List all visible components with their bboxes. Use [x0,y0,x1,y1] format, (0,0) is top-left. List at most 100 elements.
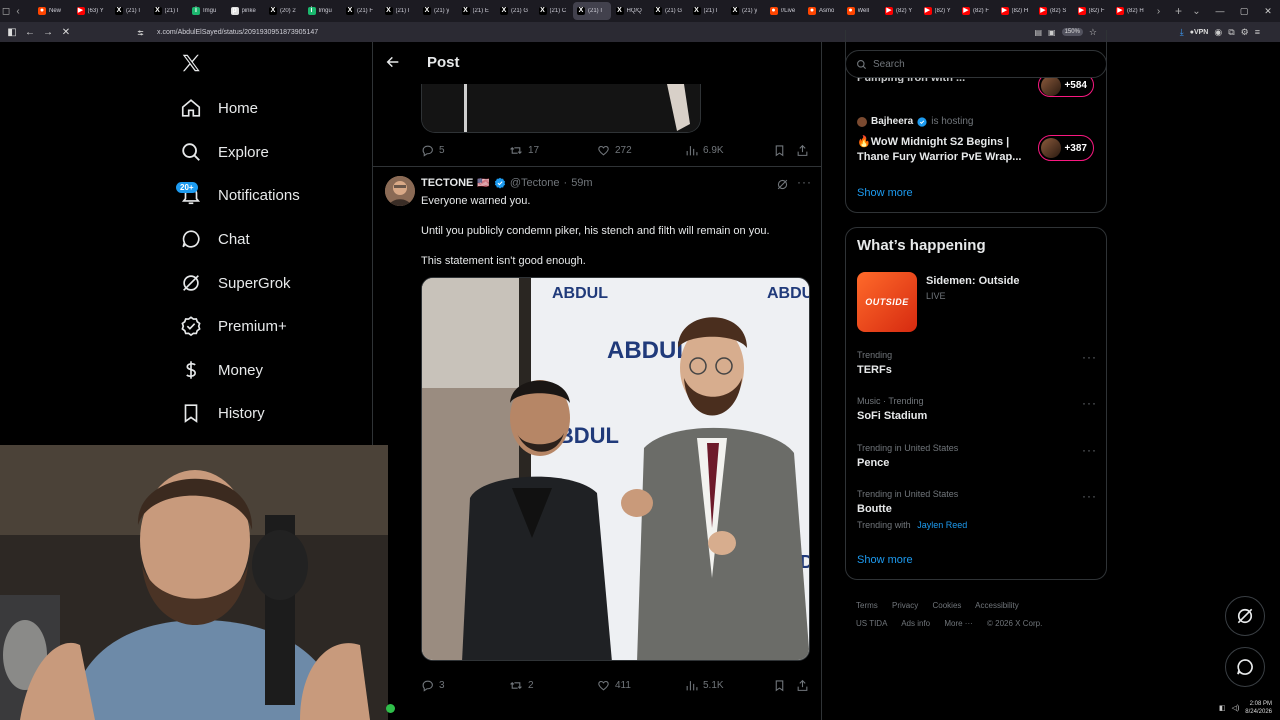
back-browser-icon[interactable]: ← [21,22,39,42]
browser-tab[interactable]: p pinke [227,2,265,20]
post-time[interactable]: 59m [571,177,592,189]
footer-link-ads[interactable]: Ads info [901,619,930,628]
browser-tab[interactable]: i Imgu [188,2,226,20]
site-info-icon[interactable] [136,28,145,37]
browser-tab[interactable]: X (21) y [419,2,457,20]
browser-tab[interactable]: X (20) 2 [265,2,303,20]
back-arrow-icon[interactable] [385,54,401,70]
close-window-icon[interactable]: ✕ [1256,0,1280,22]
messages-fab-button[interactable] [1225,647,1265,687]
stop-loading-icon[interactable]: ✕ [57,22,75,42]
browser-tab[interactable]: X HQ/Q [612,2,650,20]
nav-item-home[interactable]: Home [180,93,258,123]
space-listeners-pill[interactable]: +387 [1038,135,1094,161]
browser-tab[interactable]: ▶ (82) S [1035,2,1073,20]
avatar[interactable] [385,176,415,206]
browser-tab[interactable]: ▶ (82) Y [881,2,919,20]
live-event-title[interactable]: Sidemen: Outside [926,275,1020,287]
x-logo-icon[interactable] [180,52,202,74]
trending-with-link[interactable]: Jaylen Reed [917,520,967,530]
views-button[interactable]: 6.9K [685,144,724,157]
volume-icon[interactable]: ◁) [1232,704,1240,712]
more-options-icon[interactable]: ··· [1082,489,1097,503]
browser-tab[interactable]: ▶ (82) H [997,2,1035,20]
taskbar-app-icon[interactable] [386,704,395,713]
vpn-button[interactable]: ●VPN [1190,29,1209,36]
author-handle[interactable]: @Tectone [510,177,560,189]
previous-post-media[interactable] [421,84,701,133]
trend-item[interactable]: Music · Trending SoFi Stadium ··· [857,396,1097,422]
bookmark-post-icon[interactable] [773,144,786,157]
share-icon[interactable] [796,144,809,157]
download-icon[interactable]: ⤓ [1180,27,1184,38]
browser-tab[interactable]: X (21) F [342,2,380,20]
reply-button[interactable]: 5 [421,144,445,157]
browser-tab[interactable]: ▶ (82) Y [920,2,958,20]
app-menu-icon[interactable]: ≡ [1255,27,1260,37]
nav-item-supergrok[interactable]: SuperGrok [180,268,291,298]
browser-tab[interactable]: ● Asmo [804,2,842,20]
footer-link-cookies[interactable]: Cookies [932,601,961,610]
browser-tab[interactable]: X (21) I [111,2,149,20]
like-button[interactable]: 411 [597,679,631,692]
minimize-icon[interactable]: — [1208,0,1232,22]
search-input[interactable]: Search [845,50,1107,78]
repost-button[interactable]: 2 [509,679,534,692]
grok-fab-button[interactable] [1225,596,1265,636]
browser-tab[interactable]: X (21) I [573,2,611,20]
more-options-icon[interactable]: ··· [797,175,812,189]
sidebar-toggle-icon[interactable]: ◧ [3,22,21,42]
footer-link-accessibility[interactable]: Accessibility [975,601,1019,610]
trend-item[interactable]: Trending in United States Pence ··· [857,443,1097,469]
browser-tab[interactable]: ▶ (82) H [1112,2,1150,20]
settings-icon[interactable]: ⚙ [1241,27,1249,38]
browser-tab[interactable]: X (21) y [727,2,765,20]
trend-item[interactable]: Trending in United States Boutte Trendin… [857,489,1097,530]
network-icon[interactable]: ◧ [1219,704,1226,712]
browser-tab[interactable]: X (21) I [689,2,727,20]
browser-tab[interactable]: X (21) G [496,2,534,20]
maximize-icon[interactable]: ▢ [1232,0,1256,22]
browser-tab[interactable]: ▶ (82) F [958,2,996,20]
browser-tab[interactable]: ▶ (82) F [1074,2,1112,20]
browser-tab[interactable]: ● New [34,2,72,20]
new-tab-icon[interactable]: + [1173,0,1185,22]
post-image[interactable]: ABDUL ABDUL ABDUL ABDUL ABDUL [421,277,810,661]
browser-tab[interactable]: X (21) C [535,2,573,20]
grok-explain-icon[interactable] [776,178,789,191]
url-text[interactable]: x.com/AbdulElSayed/status/20919309518739… [157,29,318,36]
views-button[interactable]: 5.1K [685,679,724,692]
browser-tab[interactable]: X (21) E [458,2,496,20]
more-options-icon[interactable]: ··· [1082,396,1097,410]
footer-link-privacy[interactable]: Privacy [892,601,918,610]
nav-item-explore[interactable]: Explore [180,137,269,167]
space-title[interactable]: 🔥WoW Midnight S2 Begins | Thane Fury War… [857,135,1037,165]
show-more-link[interactable]: Show more [857,187,913,199]
nav-item-history[interactable]: History [180,398,265,428]
tab-list-icon[interactable]: ◻ [0,0,12,22]
host-name[interactable]: Bajheera [871,116,913,127]
like-button[interactable]: 272 [597,144,632,157]
browser-tab[interactable]: X (21) I [381,2,419,20]
tab-overflow-icon[interactable]: ⌄ [1191,0,1203,22]
browser-tab[interactable]: i Imgu [304,2,342,20]
live-event-thumbnail[interactable]: OUTSIDE [857,272,917,332]
browser-tab[interactable]: X (21) I [150,2,188,20]
system-clock[interactable]: 2:08 PM 8/24/2026 [1245,700,1272,716]
browser-tab[interactable]: ● Well [843,2,881,20]
more-options-icon[interactable]: ··· [1082,350,1097,364]
browser-tab[interactable]: ● r/Live [766,2,804,20]
footer-link-more[interactable]: More ··· [944,619,972,628]
footer-link-tida[interactable]: US TIDA [856,619,887,628]
repost-button[interactable]: 17 [509,144,539,157]
author-name[interactable]: TECTONE [421,177,473,189]
nav-item-money[interactable]: Money [180,355,263,385]
nav-item-chat[interactable]: Chat [180,224,250,254]
tab-scroll-right-icon[interactable]: › [1153,0,1165,22]
nav-item-notifications[interactable]: 20+ Notifications [176,180,300,210]
nav-item-premium[interactable]: Premium+ [180,311,287,341]
bookmark-post-icon[interactable] [773,679,786,692]
browser-tab[interactable]: X (21) G [650,2,688,20]
show-more-link[interactable]: Show more [857,554,913,566]
trend-item[interactable]: Trending TERFs ··· [857,350,1097,376]
